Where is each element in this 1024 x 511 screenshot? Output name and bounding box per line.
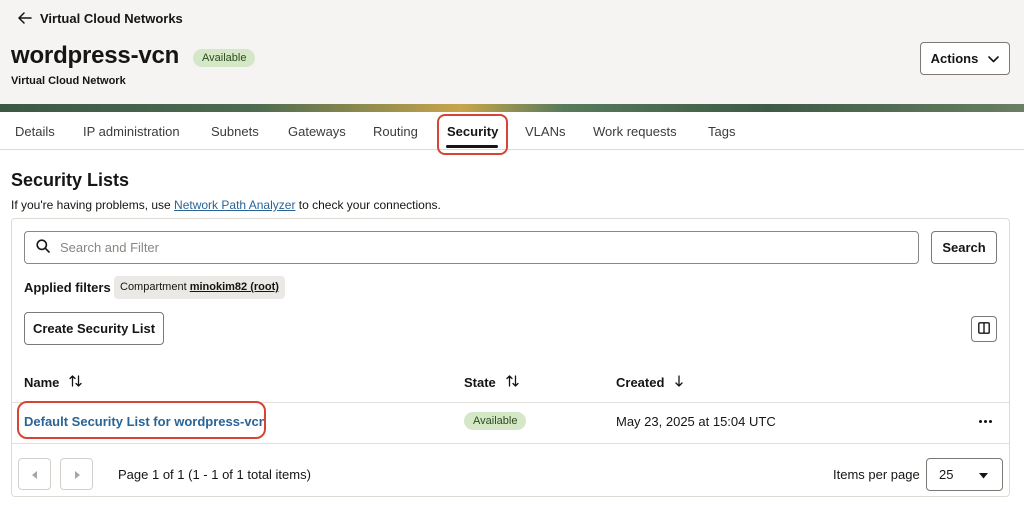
- more-dot: [988, 419, 992, 423]
- filter-chip-name: Compartment: [120, 281, 187, 293]
- tab-work-requests[interactable]: Work requests: [593, 124, 677, 139]
- items-per-page-select[interactable]: 25: [926, 458, 1003, 491]
- actions-button[interactable]: Actions: [920, 42, 1010, 75]
- banner-pattern: [0, 104, 1024, 112]
- more-dot: [983, 419, 987, 423]
- page-subtitle: Virtual Cloud Network: [11, 75, 126, 87]
- row-actions-menu-button[interactable]: [974, 412, 996, 430]
- help-text: If you're having problems, use Network P…: [11, 198, 441, 212]
- more-dot: [978, 419, 982, 423]
- column-header-label: State: [464, 375, 496, 390]
- arrow-left-icon: [18, 12, 32, 24]
- items-per-page-value: 25: [939, 467, 954, 482]
- network-path-analyzer-link[interactable]: Network Path Analyzer: [174, 198, 295, 212]
- annotation-highlight-row: [17, 401, 266, 439]
- column-header-label: Created: [616, 375, 665, 390]
- previous-page-button[interactable]: [18, 458, 51, 490]
- tab-bar: Details IP administration Subnets Gatewa…: [0, 112, 1024, 150]
- help-text-suffix: to check your connections.: [295, 198, 441, 212]
- caret-left-icon: [31, 467, 38, 482]
- search-input[interactable]: [60, 240, 880, 255]
- caret-down-icon: [979, 467, 988, 482]
- page-header: Virtual Cloud Networks wordpress-vcn Ava…: [0, 0, 1024, 108]
- tab-details[interactable]: Details: [15, 124, 55, 139]
- row-created-date: May 23, 2025 at 15:04 UTC: [616, 414, 776, 429]
- tab-subnets[interactable]: Subnets: [211, 124, 259, 139]
- page-title: wordpress-vcn: [11, 42, 180, 69]
- tab-ip-administration[interactable]: IP administration: [83, 124, 180, 139]
- search-icon: [36, 239, 50, 256]
- chevron-down-icon: [988, 51, 1000, 66]
- decorative-banner: [0, 104, 1024, 112]
- column-header-name[interactable]: Name: [24, 375, 83, 390]
- search-button[interactable]: Search: [931, 231, 997, 264]
- section-title: Security Lists: [11, 170, 130, 190]
- sort-descending-icon: [674, 375, 684, 390]
- sort-both-icon: [69, 375, 83, 390]
- back-link[interactable]: Virtual Cloud Networks: [18, 10, 183, 26]
- tab-tags[interactable]: Tags: [708, 124, 735, 139]
- tab-routing[interactable]: Routing: [373, 124, 418, 139]
- compartment-filter-chip[interactable]: Compartment minokim82 (root): [114, 276, 285, 299]
- column-header-created[interactable]: Created: [616, 375, 684, 390]
- create-security-list-button[interactable]: Create Security List: [24, 312, 164, 345]
- items-per-page-label: Items per page: [833, 467, 920, 482]
- tab-gateways[interactable]: Gateways: [288, 124, 346, 139]
- caret-right-icon: [74, 467, 80, 482]
- sort-both-icon: [506, 375, 519, 390]
- columns-icon: [978, 321, 990, 337]
- column-header-state[interactable]: State: [464, 375, 519, 390]
- page-info: Page 1 of 1 (1 - 1 of 1 total items): [118, 467, 311, 482]
- annotation-highlight-tab: [437, 114, 508, 155]
- tab-vlans[interactable]: VLANs: [525, 124, 565, 139]
- table-row-divider: [12, 443, 1009, 444]
- next-page-button[interactable]: [60, 458, 93, 490]
- applied-filters-label: Applied filters: [24, 280, 111, 295]
- status-badge: Available: [193, 49, 256, 67]
- manage-columns-button[interactable]: [971, 316, 997, 342]
- help-text-prefix: If you're having problems, use: [11, 198, 175, 212]
- filter-chip-value[interactable]: minokim82 (root): [190, 281, 279, 293]
- actions-button-label: Actions: [930, 51, 979, 66]
- column-header-label: Name: [24, 375, 60, 390]
- search-field[interactable]: [24, 231, 919, 264]
- row-status-badge: Available: [464, 412, 527, 430]
- back-link-label: Virtual Cloud Networks: [40, 10, 183, 26]
